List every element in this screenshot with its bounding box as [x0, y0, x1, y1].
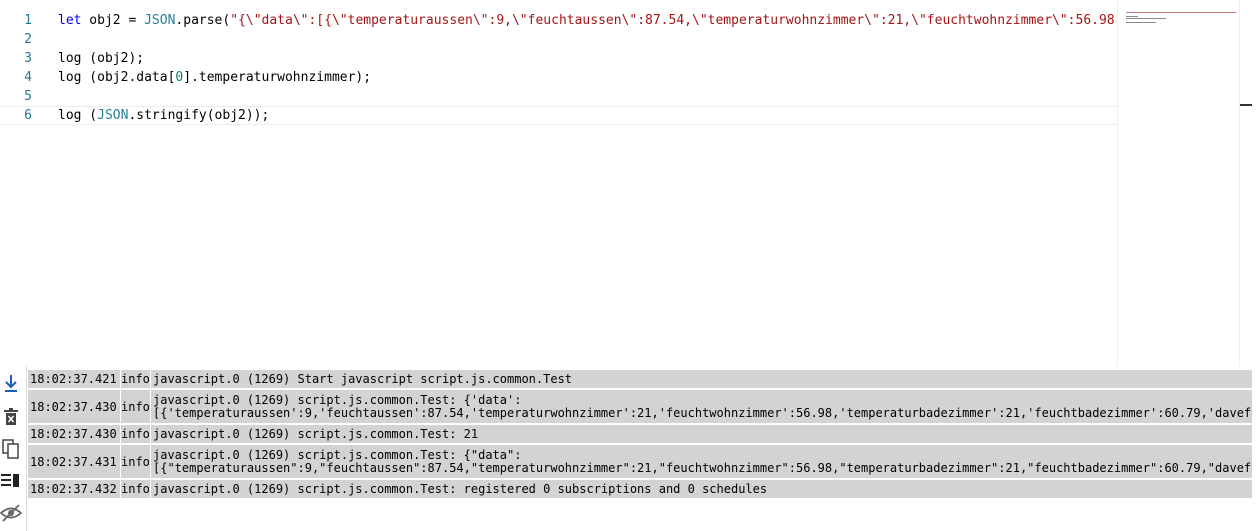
log-message-line: javascript.0 (1269) script.js.common.Tes… — [153, 426, 479, 441]
log-severity: info — [120, 370, 150, 388]
code-line[interactable]: 4 log (obj2.data[0].temperaturwohnzimmer)… — [0, 68, 1117, 87]
log-timestamp: 18:02:37.432 — [30, 482, 117, 496]
copy-icon[interactable] — [0, 438, 22, 460]
log-severity: info — [120, 425, 150, 443]
code-text: log (obj2); — [58, 49, 144, 68]
code-editor[interactable]: 1 let obj2 = JSON.parse("{\"data\":[{\"te… — [0, 0, 1117, 366]
log-row[interactable]: 18:02:37.432 info javascript.0 (1269) scri… — [28, 480, 1252, 500]
code-token: let — [58, 13, 82, 28]
hide-icon[interactable] — [0, 502, 22, 524]
log-timestamp: 18:02:37.430 — [30, 427, 117, 441]
list-icon[interactable] — [0, 470, 22, 492]
line-number: 2 — [24, 32, 32, 47]
log-message-line: javascript.0 (1269) script.js.common.Tes… — [153, 447, 522, 462]
code-token: log (obj2); — [58, 51, 145, 66]
line-number: 6 — [24, 108, 32, 123]
line-number: 5 — [24, 89, 32, 104]
code-text: log (obj2.data[0].temperaturwohnzimmer); — [58, 68, 371, 87]
log-severity: info — [120, 445, 150, 478]
code-line[interactable]: 2 — [0, 30, 1117, 49]
scroll-down-icon[interactable] — [0, 372, 22, 394]
log-message: javascript.0 (1269) script.js.common.Tes… — [150, 445, 1252, 478]
code-token: obj2 = — [81, 13, 145, 28]
log-timestamp: 18:02:37.431 — [30, 454, 117, 469]
line-number: 4 — [24, 70, 32, 85]
code-line[interactable]: 6 log (JSON.stringify(obj2)); — [0, 106, 1117, 125]
log-message: javascript.0 (1269) script.js.common.Tes… — [150, 480, 1252, 498]
log-message-line: javascript.0 (1269) script.js.common.Tes… — [153, 392, 522, 407]
code-token: log ( — [58, 108, 98, 123]
code-line[interactable]: 3 log (obj2); — [0, 49, 1117, 68]
line-number: 3 — [24, 51, 32, 66]
log-severity: info — [120, 480, 150, 498]
log-toolbar — [0, 366, 27, 531]
log-row[interactable]: 18:02:37.421 info javascript.0 (1269) Star… — [28, 370, 1252, 390]
log-message-line: javascript.0 (1269) Start javascript scr… — [153, 371, 573, 386]
code-token: ].temperaturwohnzimmer); — [183, 70, 372, 85]
code-token: "{\"data\":[{\"temperaturaussen\":9,\"fe… — [230, 13, 1117, 28]
code-token: .stringify(obj2)); — [128, 108, 270, 123]
log-table: 18:02:37.421 info javascript.0 (1269) Star… — [28, 370, 1252, 500]
log-message: javascript.0 (1269) script.js.common.Tes… — [150, 425, 1252, 443]
log-timestamp: 18:02:37.430 — [30, 399, 117, 414]
code-token: log (obj2.data[ — [58, 70, 176, 85]
editor-minimap[interactable] — [1117, 0, 1240, 366]
log-message: javascript.0 (1269) script.js.common.Tes… — [150, 390, 1252, 423]
scroll-position-marker — [1240, 104, 1252, 106]
code-token: .parse( — [175, 13, 231, 28]
log-severity: info — [120, 390, 150, 423]
log-message-line: [{"temperaturaussen":9,"feuchtaussen":87… — [153, 460, 1252, 475]
editor-scrollbar[interactable] — [1239, 0, 1254, 366]
code-line[interactable]: 1 let obj2 = JSON.parse("{\"data\":[{\"te… — [0, 11, 1117, 30]
log-message-line: [{'temperaturaussen':9,'feuchtaussen':87… — [153, 405, 1252, 420]
log-row[interactable]: 18:02:37.430 info javascript.0 (1269) scri… — [28, 390, 1252, 425]
log-message: javascript.0 (1269) Start javascript scr… — [150, 370, 1252, 388]
log-timestamp: 18:02:37.421 — [30, 372, 117, 386]
clear-log-icon[interactable] — [0, 406, 22, 428]
line-number: 1 — [24, 13, 32, 28]
code-text: log (JSON.stringify(obj2)); — [58, 107, 269, 124]
code-text: let obj2 = JSON.parse("{\"data\":[{\"tem… — [58, 11, 1117, 30]
log-message-line: javascript.0 (1269) script.js.common.Tes… — [153, 481, 768, 496]
code-token: JSON — [97, 108, 129, 123]
log-row[interactable]: 18:02:37.430 info javascript.0 (1269) scri… — [28, 425, 1252, 445]
log-row[interactable]: 18:02:37.431 info javascript.0 (1269) scri… — [28, 445, 1252, 480]
code-token: JSON — [144, 13, 176, 28]
code-line[interactable]: 5 — [0, 87, 1117, 106]
